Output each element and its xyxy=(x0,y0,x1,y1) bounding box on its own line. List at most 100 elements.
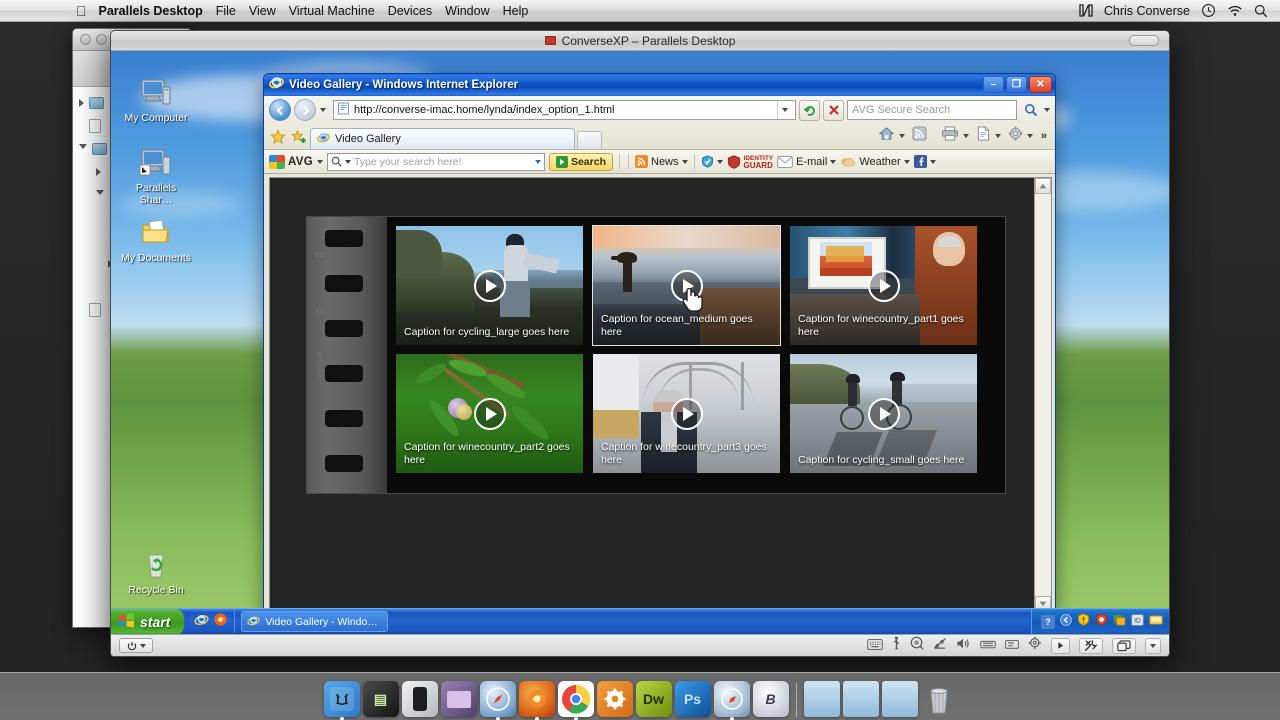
play-icon[interactable] xyxy=(670,397,703,430)
disclosure-triangle-icon[interactable] xyxy=(96,167,101,176)
menu-window[interactable]: Window xyxy=(445,4,489,18)
status-bar-dropdown-button[interactable] xyxy=(1145,637,1161,654)
network-icon[interactable] xyxy=(1149,613,1163,631)
taskbar-task-video-gallery[interactable]: Video Gallery - Windo… xyxy=(241,611,388,632)
chevron-down-icon[interactable] xyxy=(903,159,910,164)
page-icon[interactable] xyxy=(976,126,991,146)
home-icon[interactable] xyxy=(878,126,895,146)
clipboard-icon[interactable] xyxy=(1005,637,1019,655)
address-dropdown-button[interactable] xyxy=(777,101,792,119)
identity-guard-button[interactable]: IDENTITY GUARD xyxy=(727,155,773,169)
mac-user-name[interactable]: Chris Converse xyxy=(1104,4,1190,18)
play-icon[interactable] xyxy=(867,397,900,430)
avg-search-input[interactable]: Type your search here! xyxy=(326,152,545,171)
chevron-down-icon[interactable] xyxy=(344,159,351,164)
minimize-button[interactable]: – xyxy=(983,76,1004,93)
video-thumbnail-ocean-medium[interactable]: Caption for ocean_medium goes here xyxy=(592,225,781,346)
windows-xp-desktop[interactable]: My Computer Parallels Shar… My Documents… xyxy=(111,51,1169,634)
network-icon[interactable] xyxy=(933,637,947,655)
favorites-star-icon[interactable] xyxy=(268,127,287,146)
video-thumbnail-winecountry-part2[interactable]: Caption for winecountry_part2 goes here xyxy=(396,354,583,473)
refresh-button[interactable] xyxy=(799,99,820,121)
optical-disc-icon[interactable] xyxy=(910,636,924,655)
dock-item-trash[interactable] xyxy=(921,681,957,717)
update-icon[interactable] xyxy=(1113,613,1126,631)
chevron-down-icon[interactable] xyxy=(139,643,146,648)
vm-toolbar-toggle-button[interactable] xyxy=(1129,35,1159,46)
help-icon[interactable]: ? xyxy=(1041,614,1055,629)
dock-item-folder-3[interactable] xyxy=(881,681,918,717)
menu-file[interactable]: File xyxy=(216,4,236,18)
close-button[interactable]: ✕ xyxy=(1029,76,1052,93)
floppy-icon[interactable] xyxy=(980,637,996,655)
shield-warning-icon[interactable] xyxy=(1077,612,1090,631)
internet-explorer-window[interactable]: Video Gallery - Windows Internet Explore… xyxy=(263,73,1056,613)
tab-video-gallery[interactable]: Video Gallery xyxy=(310,128,575,149)
chevron-down-icon[interactable] xyxy=(830,159,837,164)
dock-item-bbedit[interactable]: B xyxy=(752,681,789,717)
video-thumbnail-cycling-small[interactable]: Caption for cycling_small goes here xyxy=(790,354,977,473)
chevron-down-icon[interactable] xyxy=(994,134,1001,138)
apple-icon[interactable]:  xyxy=(76,4,87,18)
disclosure-triangle-icon[interactable] xyxy=(79,98,84,107)
gear-icon[interactable] xyxy=(1028,636,1042,655)
disclosure-triangle-icon[interactable] xyxy=(79,144,87,153)
avg-email-button[interactable]: E-mail xyxy=(777,156,837,168)
chevron-down-icon[interactable] xyxy=(1026,134,1033,138)
toolbar-overflow-button[interactable]: » xyxy=(1041,130,1047,142)
back-button[interactable] xyxy=(269,99,291,121)
disclosure-triangle-icon[interactable] xyxy=(96,190,104,199)
spotlight-search-icon[interactable] xyxy=(1254,4,1268,18)
dock-item-other-browser[interactable] xyxy=(713,681,750,720)
desktop-icon-my-computer[interactable]: My Computer xyxy=(119,77,193,125)
avg-facebook-button[interactable] xyxy=(913,155,936,168)
dock-item-finder[interactable] xyxy=(323,681,360,720)
sound-icon[interactable] xyxy=(956,637,971,655)
print-icon[interactable] xyxy=(941,126,959,146)
chevron-down-icon[interactable] xyxy=(898,134,905,138)
scroll-up-button[interactable] xyxy=(1035,178,1051,194)
forward-button[interactable] xyxy=(294,99,316,121)
avg-news-button[interactable]: News xyxy=(635,155,688,168)
menu-view[interactable]: View xyxy=(249,4,276,18)
tools-button[interactable] xyxy=(1079,637,1103,654)
displays-button[interactable] xyxy=(1112,637,1136,654)
usb-icon[interactable] xyxy=(892,636,901,655)
dock-item-ipod[interactable] xyxy=(401,681,438,717)
desktop-icon-my-documents[interactable]: My Documents xyxy=(119,217,193,265)
keyboard-icon[interactable] xyxy=(867,637,883,655)
power-button[interactable] xyxy=(119,638,153,653)
play-icon[interactable] xyxy=(473,397,506,430)
dock-item-folder-2[interactable] xyxy=(842,681,879,717)
avg-search-button[interactable]: Search xyxy=(548,152,613,171)
rss-feed-icon[interactable] xyxy=(912,126,927,146)
dock-item-firefox[interactable] xyxy=(518,681,555,720)
maximize-button[interactable]: ❐ xyxy=(1006,76,1027,93)
time-machine-icon[interactable] xyxy=(1201,3,1216,18)
avg-shield-button[interactable] xyxy=(701,155,723,168)
video-thumbnail-cycling-large[interactable]: Caption for cycling_large goes here xyxy=(396,226,583,345)
close-button[interactable] xyxy=(80,34,91,45)
menu-help[interactable]: Help xyxy=(503,4,529,18)
chevron-down-icon[interactable] xyxy=(316,159,323,164)
vm-titlebar[interactable]: ConverseXP – Parallels Desktop xyxy=(111,31,1169,51)
dock-item-dreamweaver[interactable]: Dw xyxy=(635,681,672,717)
play-icon[interactable] xyxy=(867,269,900,302)
start-button[interactable]: start xyxy=(111,608,185,634)
desktop-icon-parallels-shared[interactable]: Parallels Shar… xyxy=(119,147,193,206)
dock-item-chrome[interactable] xyxy=(557,681,594,720)
video-thumbnail-winecountry-part1[interactable]: Caption for winecountry_part1 goes here xyxy=(790,226,977,345)
search-go-button[interactable] xyxy=(1020,100,1041,121)
search-dropdown-icon[interactable] xyxy=(1044,108,1050,112)
dock-item-terminal[interactable]: ▤ xyxy=(362,681,399,717)
dock-item-photoshop[interactable]: Ps xyxy=(674,681,711,717)
quicklaunch-firefox-icon[interactable] xyxy=(213,612,228,632)
hide-arrow-icon[interactable] xyxy=(1060,613,1072,631)
quicklaunch-internet-explorer-icon[interactable] xyxy=(194,612,209,632)
menu-parallels-desktop[interactable]: Parallels Desktop xyxy=(99,4,203,18)
search-input[interactable]: AVG Secure Search xyxy=(847,100,1017,120)
avg-brand[interactable]: AVG xyxy=(269,154,313,169)
parallels-vm-window[interactable]: ConverseXP – Parallels Desktop My Comput… xyxy=(110,30,1170,657)
dock-item-system-preferences[interactable] xyxy=(596,681,633,717)
wifi-icon[interactable] xyxy=(1227,4,1243,17)
